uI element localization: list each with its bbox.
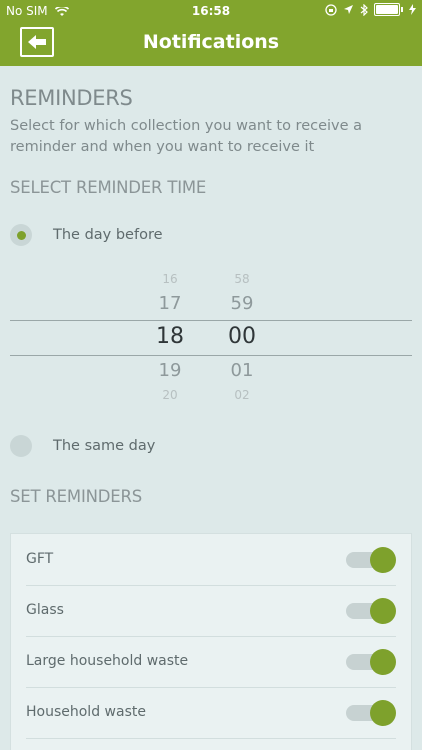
lock-rotation-icon [325,3,337,16]
reminder-toggle-gft[interactable] [346,546,396,574]
battery-icon [374,3,400,16]
radio-day-before[interactable] [10,224,32,246]
time-picker[interactable]: 16 17 18 19 20 58 59 00 01 02 [0,266,422,406]
reminder-time-heading: SELECT REMINDER TIME [10,178,207,197]
reminder-label: Household waste [26,704,146,720]
reminders-list: GFT Glass Large household waste Househol… [10,533,412,750]
picker-selection-bottom-line [10,355,412,356]
minute-option[interactable]: 58 [212,272,272,286]
hour-option[interactable]: 17 [140,293,200,314]
option-same-day-label: The same day [53,438,156,454]
reminder-toggle-large-household-waste[interactable] [346,648,396,676]
list-item-gft: GFT [26,534,396,586]
option-same-day[interactable]: The same day [10,434,155,458]
radio-selected-dot [16,230,26,240]
page-title: Notifications [142,31,280,53]
toggle-knob [370,649,396,675]
hour-option[interactable]: 19 [140,360,200,381]
option-day-before-label: The day before [53,227,163,243]
status-bar: No SIM 16:58 [0,0,422,22]
reminders-heading: REMINDERS [10,86,133,110]
minute-option[interactable]: 02 [212,388,272,400]
toggle-knob [370,700,396,726]
list-item-household-waste: Household waste [26,687,396,739]
list-item-large-household-waste: Large household waste [26,636,396,688]
top-bar: No SIM 16:58 Notifications [0,0,422,66]
radio-same-day[interactable] [10,435,32,457]
toggle-knob [370,598,396,624]
reminder-toggle-household-waste[interactable] [346,699,396,727]
reminder-label: Large household waste [26,653,189,669]
set-reminders-heading: SET REMINDERS [10,487,143,506]
battery-tip [401,7,403,12]
minute-option[interactable]: 59 [212,293,272,314]
hour-option[interactable]: 16 [140,272,200,286]
option-day-before[interactable]: The day before [10,223,163,247]
hour-option[interactable]: 20 [140,388,200,400]
hour-selected[interactable]: 18 [140,324,200,349]
minute-option[interactable]: 01 [212,360,272,381]
minute-selected[interactable]: 00 [212,324,272,349]
list-item-glass: Glass [26,585,396,637]
reminder-label: GFT [26,551,54,567]
picker-selection-top-line [10,320,412,321]
reminder-label: Glass [26,602,64,618]
charging-icon [409,4,416,15]
location-icon [344,5,353,14]
reminder-toggle-glass[interactable] [346,597,396,625]
bluetooth-icon [360,3,368,16]
reminders-description: Select for which collection you want to … [10,118,363,155]
toggle-knob [370,547,396,573]
status-icons [325,3,416,16]
